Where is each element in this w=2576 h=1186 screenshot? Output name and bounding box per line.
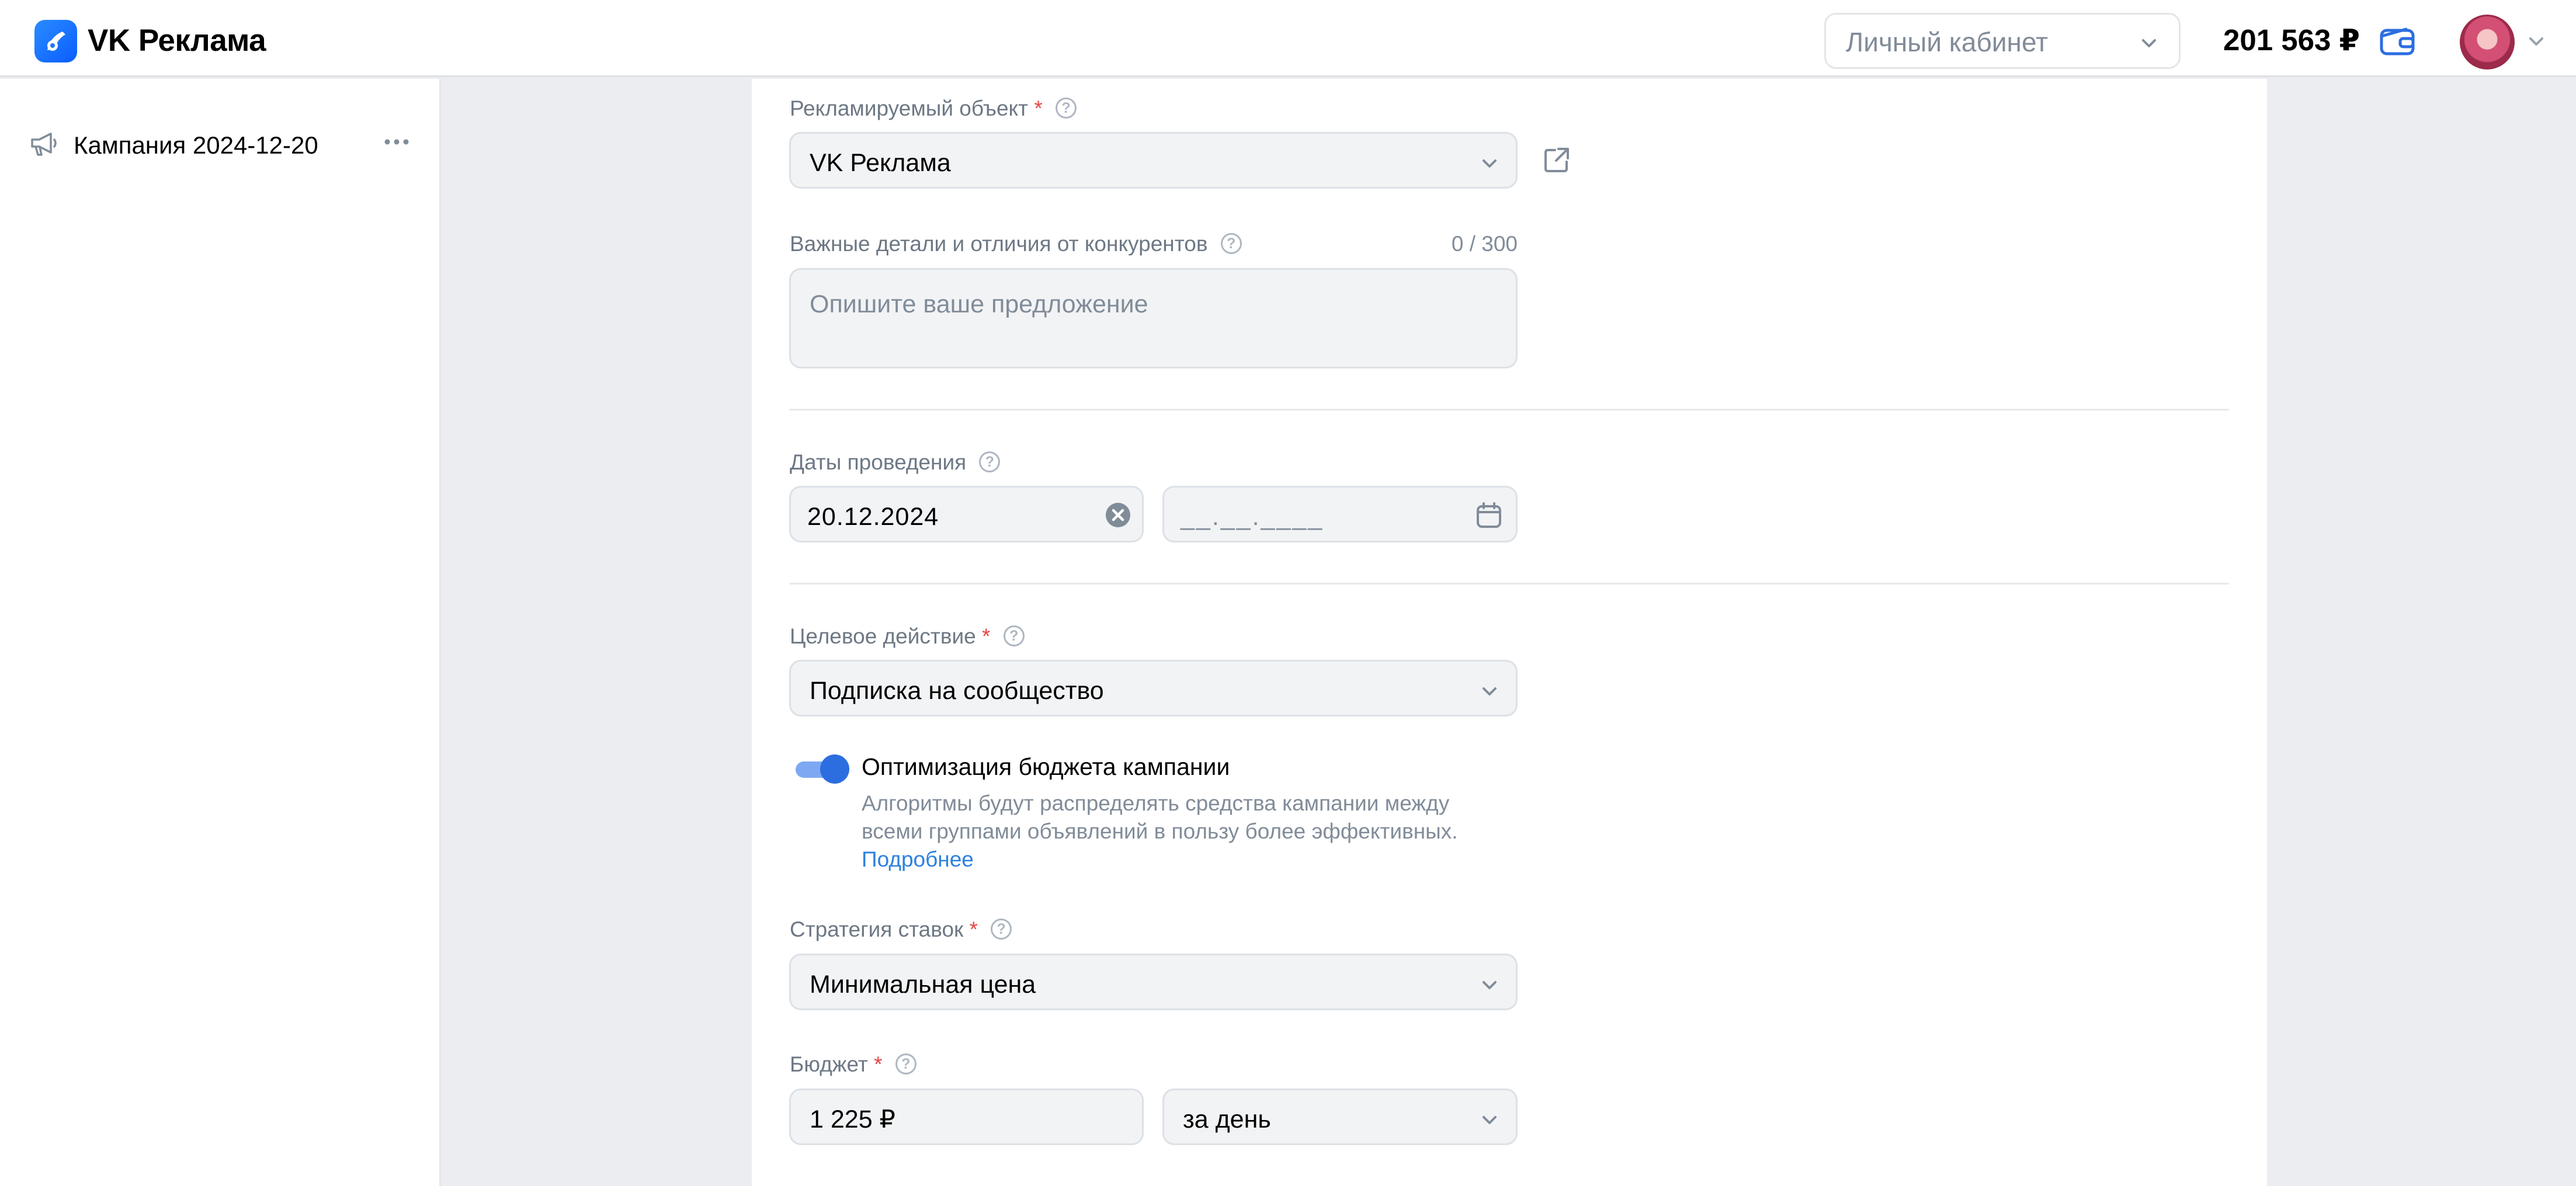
- chevron-down-icon: [1483, 981, 1497, 989]
- wallet-icon[interactable]: [2379, 26, 2415, 57]
- bid-strategy-field-label: Стратегия ставок * ?: [790, 917, 1012, 942]
- help-icon[interactable]: ?: [1220, 233, 1242, 255]
- chevron-down-icon: [1483, 159, 1497, 168]
- sidebar-item-label: Кампания 2024-12-20: [74, 131, 318, 159]
- chevron-down-icon: [1483, 1116, 1497, 1124]
- help-icon[interactable]: ?: [991, 919, 1012, 940]
- bid-strategy-value: Минимальная цена: [810, 971, 1036, 999]
- details-textarea[interactable]: Опишите ваше предложение: [789, 268, 1518, 368]
- help-icon[interactable]: ?: [1056, 98, 1077, 119]
- chevron-down-icon: [2142, 39, 2156, 47]
- account-balance[interactable]: 201 563 ₽: [2223, 22, 2360, 58]
- help-icon[interactable]: ?: [979, 451, 1001, 473]
- budget-optimization-toggle[interactable]: [792, 754, 850, 784]
- sidebar-item-campaign[interactable]: Кампания 2024-12-20: [0, 102, 439, 161]
- bid-strategy-select[interactable]: Минимальная цена: [789, 954, 1518, 1010]
- calendar-icon[interactable]: [1475, 502, 1503, 530]
- top-header: VK Реклама Личный кабинет 201 563 ₽: [0, 0, 2576, 77]
- budget-label-text: Бюджет: [790, 1052, 868, 1076]
- megaphone-icon: [31, 133, 57, 156]
- help-icon[interactable]: ?: [895, 1053, 916, 1075]
- target-action-field-label: Целевое действие * ?: [790, 624, 1025, 649]
- dates-field-label: Даты проведения ?: [790, 450, 1001, 475]
- required-mark: *: [1034, 96, 1043, 120]
- cabinet-select[interactable]: Личный кабинет: [1824, 13, 2181, 69]
- target-action-select[interactable]: Подписка на сообщество: [789, 660, 1518, 717]
- external-link-icon[interactable]: [1542, 145, 1571, 175]
- object-select-value: VK Реклама: [810, 149, 951, 177]
- help-icon[interactable]: ?: [1003, 625, 1025, 647]
- start-date-input[interactable]: 20.12.2024: [789, 486, 1144, 542]
- chevron-down-icon[interactable]: [2527, 35, 2546, 49]
- required-mark: *: [969, 917, 978, 941]
- details-label-text: Важные детали и отличия от конкурентов: [790, 232, 1208, 256]
- required-mark: *: [874, 1052, 883, 1076]
- start-date-value: 20.12.2024: [807, 503, 939, 531]
- char-counter: 0 / 300: [1451, 232, 1518, 256]
- clear-icon[interactable]: [1105, 502, 1131, 528]
- object-select[interactable]: VK Реклама: [789, 132, 1518, 189]
- budget-optimization-description: Алгоритмы будут распределять средства ка…: [862, 789, 1516, 874]
- target-action-value: Подписка на сообщество: [810, 677, 1104, 705]
- learn-more-link[interactable]: Подробнее: [862, 847, 974, 871]
- details-field-label: Важные детали и отличия от конкурентов ?: [790, 231, 1242, 257]
- end-date-input[interactable]: __.__.____: [1162, 486, 1518, 542]
- user-avatar[interactable]: [2460, 15, 2515, 69]
- bid-strategy-label-text: Стратегия ставок: [790, 917, 964, 941]
- budget-period-value: за день: [1183, 1105, 1271, 1133]
- section-divider: [790, 583, 2229, 585]
- cabinet-select-label: Личный кабинет: [1846, 27, 2049, 57]
- toggle-knob: [820, 754, 849, 784]
- brand-title[interactable]: VK Реклама: [88, 22, 266, 60]
- details-placeholder: Опишите ваше предложение: [810, 290, 1148, 318]
- vk-ads-logo-icon[interactable]: [34, 20, 77, 62]
- budget-amount-value: 1 225 ₽: [810, 1105, 895, 1133]
- budget-period-select[interactable]: за день: [1162, 1088, 1518, 1145]
- description-text: Алгоритмы будут распределять средства ка…: [862, 791, 1458, 843]
- end-date-placeholder: __.__.____: [1181, 503, 1324, 531]
- section-divider: [790, 409, 2229, 411]
- chevron-down-icon: [1483, 687, 1497, 695]
- sidebar: Кампания 2024-12-20: [0, 79, 441, 1186]
- more-icon[interactable]: [384, 138, 409, 145]
- dates-label-text: Даты проведения: [790, 450, 967, 474]
- budget-amount-input[interactable]: 1 225 ₽: [789, 1088, 1144, 1145]
- required-mark: *: [982, 624, 991, 648]
- target-action-label-text: Целевое действие: [790, 624, 976, 648]
- object-label-text: Рекламируемый объект: [790, 96, 1029, 120]
- budget-field-label: Бюджет * ?: [790, 1052, 916, 1077]
- object-field-label: Рекламируемый объект * ?: [790, 96, 1077, 121]
- budget-optimization-title: Оптимизация бюджета кампании: [862, 753, 1230, 780]
